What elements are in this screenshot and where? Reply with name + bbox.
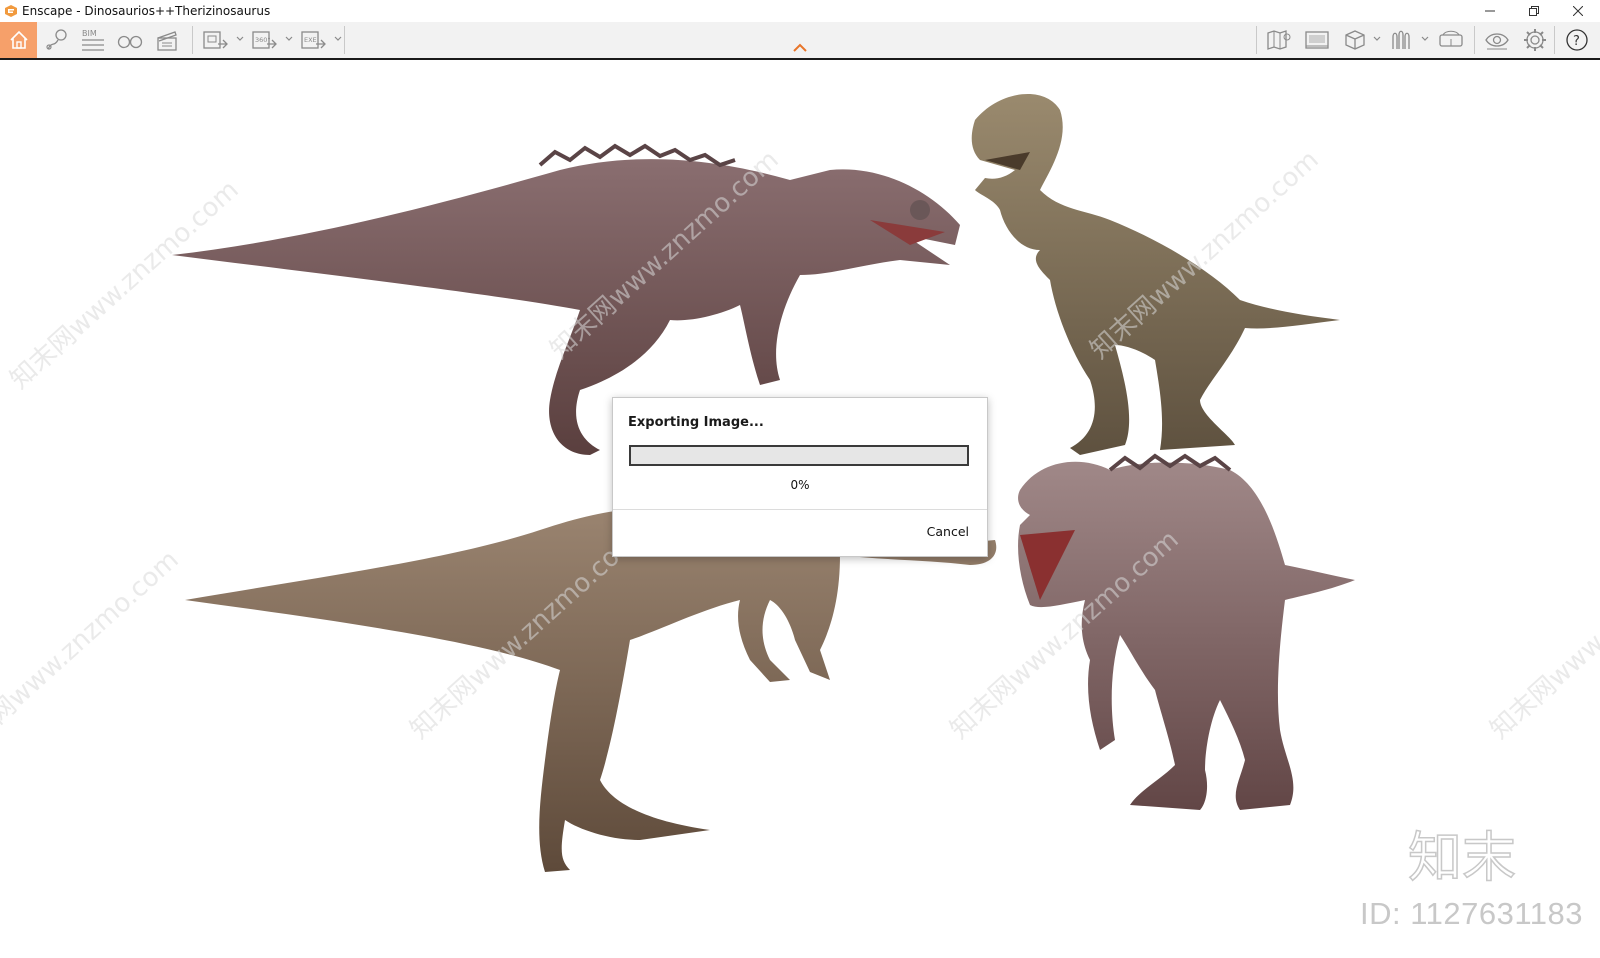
panorama-button[interactable]: 360° <box>247 24 281 56</box>
vr-headset-button[interactable] <box>1434 24 1468 56</box>
progress-bar <box>629 445 969 466</box>
video-editor-icon <box>1305 31 1329 49</box>
image-id-label: ID: 1127631183 <box>1360 896 1584 931</box>
chevron-down-icon[interactable] <box>1372 34 1382 44</box>
collapse-toolbar-chevron-icon[interactable] <box>792 42 808 54</box>
window-title: Enscape - Dinosaurios++Therizinosaurus <box>22 4 271 18</box>
minimize-icon <box>1485 10 1495 12</box>
binoculars-button[interactable] <box>113 24 147 56</box>
close-button[interactable] <box>1556 0 1600 22</box>
toolbar-separator <box>192 26 193 54</box>
title-bar: Enscape - Dinosaurios++Therizinosaurus <box>0 0 1600 22</box>
chevron-down-icon[interactable] <box>1420 34 1430 44</box>
waypoint-button[interactable] <box>40 24 74 56</box>
clapperboard-icon <box>157 31 177 51</box>
exe-export-button[interactable]: EXE <box>296 24 330 56</box>
svg-text:知末: 知末 <box>1408 826 1516 886</box>
progress-percent-label: 0% <box>790 478 810 492</box>
video-panel-button[interactable] <box>1300 24 1334 56</box>
home-button[interactable] <box>0 22 37 58</box>
znzmo-logo: 知末 <box>1407 826 1517 886</box>
toolbar-separator <box>344 26 345 54</box>
svg-text:EXE: EXE <box>304 36 317 44</box>
chevron-down-icon[interactable] <box>284 34 294 44</box>
panorama-360-icon: 360° <box>252 31 277 49</box>
bim-icon: BIM <box>82 29 104 51</box>
toolbar-separator <box>1474 26 1475 54</box>
help-icon: ? <box>1566 29 1588 51</box>
dialog-divider <box>613 509 987 510</box>
restore-button[interactable] <box>1512 0 1556 22</box>
watermark-text: 知末网www.znzmo.com <box>5 175 245 395</box>
video-editor-button[interactable] <box>150 24 184 56</box>
help-button[interactable]: ? <box>1560 24 1594 56</box>
eye-icon <box>1485 33 1509 50</box>
waypoint-icon <box>46 29 67 50</box>
settings-button[interactable] <box>1518 24 1552 56</box>
exe-export-icon: EXE <box>301 31 326 49</box>
cancel-button[interactable]: Cancel <box>927 524 969 539</box>
svg-text:?: ? <box>1573 34 1580 49</box>
restore-icon <box>1529 6 1539 16</box>
home-icon <box>9 30 28 49</box>
dialog-title: Exporting Image... <box>628 415 764 430</box>
close-icon <box>1573 6 1583 16</box>
svg-text:BIM: BIM <box>82 29 97 38</box>
chevron-down-icon[interactable] <box>235 34 245 44</box>
screenshot-export-button[interactable] <box>198 24 232 56</box>
minimize-button[interactable] <box>1468 0 1512 22</box>
watermark-text: 知末网www.znzmo.com <box>0 545 185 765</box>
toolbar-separator <box>1554 26 1555 54</box>
asset-library-icon <box>1392 30 1410 49</box>
map-button[interactable] <box>1262 24 1296 56</box>
map-icon <box>1267 30 1291 50</box>
dinosaur-model-top-right <box>971 93 1340 456</box>
visual-settings-button[interactable] <box>1480 24 1514 56</box>
enscape-logo-icon <box>5 5 17 17</box>
object-view-button[interactable] <box>1338 24 1372 56</box>
settings-gear-icon <box>1524 29 1546 51</box>
svg-text:360°: 360° <box>255 36 271 44</box>
cube-icon <box>1345 30 1365 50</box>
main-toolbar: BIM 360° EXE ? <box>0 22 1600 60</box>
toolbar-separator <box>1256 26 1257 54</box>
exporting-image-dialog: Exporting Image... 0% Cancel <box>612 397 988 557</box>
chevron-down-icon[interactable] <box>333 34 343 44</box>
bim-button[interactable]: BIM <box>76 24 110 56</box>
asset-library-button[interactable] <box>1386 24 1420 56</box>
binoculars-icon <box>117 35 143 49</box>
watermark-text: 知末网www.znzmo.com <box>1485 525 1600 745</box>
vr-headset-icon <box>1439 30 1463 47</box>
screenshot-export-icon <box>203 31 228 49</box>
